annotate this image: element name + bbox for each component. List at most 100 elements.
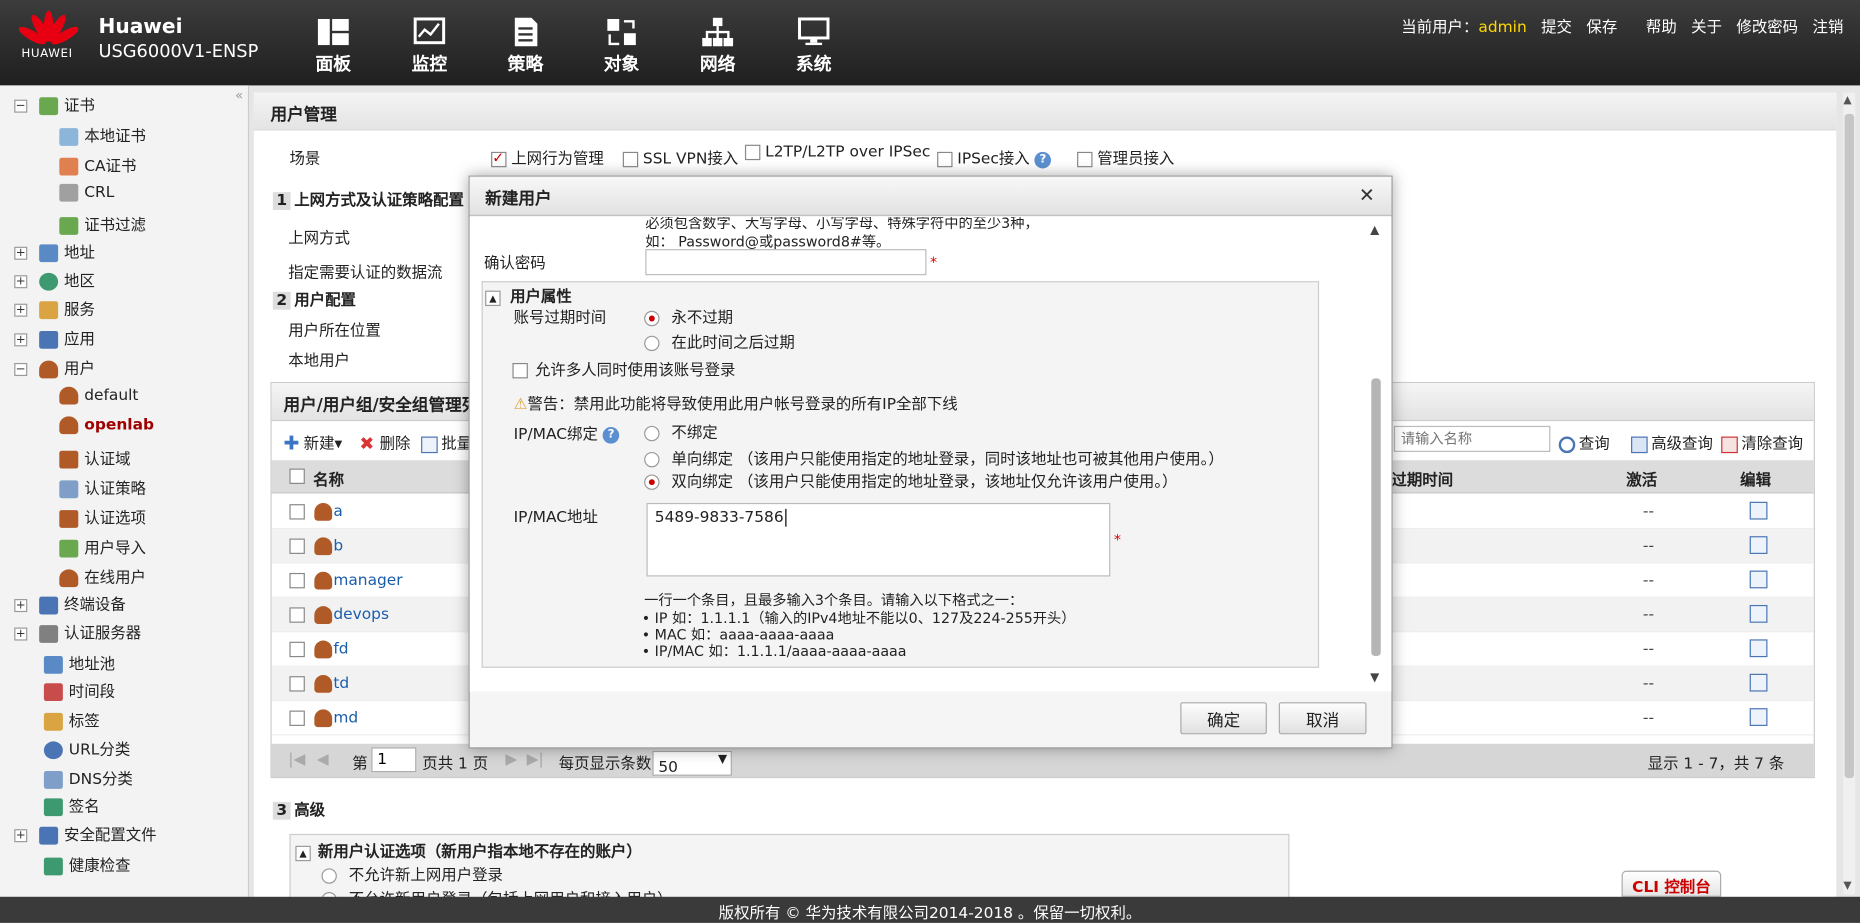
sidebar-item-service[interactable]: + 服务 <box>14 297 95 320</box>
scene-ipsec[interactable]: IPSec接入 ? <box>937 146 1052 168</box>
ip-mac-address-textarea[interactable]: 5489-9833-7586 <box>646 502 1111 577</box>
nav-network[interactable]: 网络 <box>682 17 753 76</box>
expire-after-option[interactable]: 在此时间之后过期 <box>644 330 795 352</box>
select-all-checkbox[interactable] <box>289 468 305 484</box>
radio-button[interactable] <box>644 425 660 442</box>
user-name-link[interactable]: fd <box>333 641 348 659</box>
scene-checkbox[interactable] <box>491 149 507 168</box>
scene-checkbox[interactable] <box>1077 151 1093 168</box>
cli-console-button[interactable]: CLI 控制台 <box>1621 870 1722 897</box>
prev-page-icon[interactable]: ◀ <box>317 751 329 769</box>
sidebar-item-terminal[interactable]: + 终端设备 <box>14 592 126 615</box>
sidebar-item-certificate[interactable]: − 证书 <box>14 93 95 116</box>
sidebar-item-cert-filter[interactable]: 证书过滤 <box>59 212 146 235</box>
sidebar-item-default[interactable]: default <box>59 386 138 405</box>
next-page-icon[interactable]: ▶ <box>505 751 517 769</box>
sidebar-item-tag[interactable]: 标签 <box>43 708 100 731</box>
per-page-select[interactable]: 50 ▼ <box>652 750 732 777</box>
delete-button[interactable]: ✖ 删除 <box>359 431 410 453</box>
user-name-link[interactable]: devops <box>333 606 389 624</box>
confirm-password-input[interactable] <box>645 249 927 276</box>
sidebar-item-application[interactable]: + 应用 <box>14 326 95 349</box>
first-page-icon[interactable]: |◀ <box>288 751 305 769</box>
user-name-link[interactable]: manager <box>333 572 402 590</box>
edit-icon[interactable] <box>1749 708 1768 726</box>
col-name[interactable]: 名称 <box>313 467 344 490</box>
sidebar-item-security-profile[interactable]: + 安全配置文件 <box>14 822 157 845</box>
row-checkbox[interactable] <box>289 676 305 692</box>
sidebar-item-local-cert[interactable]: 本地证书 <box>59 123 146 146</box>
edit-icon[interactable] <box>1749 570 1768 589</box>
scene-checkbox[interactable] <box>744 144 761 161</box>
page-input[interactable] <box>371 747 417 773</box>
new-button[interactable]: ✚ 新建▾ <box>284 431 343 453</box>
radio-button[interactable] <box>644 451 660 468</box>
multi-login-option[interactable]: 允许多人同时使用该账号登录 <box>512 357 735 380</box>
expander-icon[interactable]: + <box>14 829 28 843</box>
expander-icon[interactable]: + <box>14 275 28 289</box>
change-password-link[interactable]: 修改密码 <box>1736 19 1798 37</box>
scene-l2tp[interactable]: L2TP/L2TP over IPSec <box>744 144 930 161</box>
save-link[interactable]: 保存 <box>1586 19 1617 37</box>
sidebar-item-user-import[interactable]: 用户导入 <box>59 535 146 558</box>
logout-link[interactable]: 注销 <box>1813 19 1844 37</box>
page-scroll-thumb[interactable] <box>1844 113 1855 779</box>
scroll-down-icon[interactable]: ▼ <box>1843 880 1851 892</box>
scroll-up-icon[interactable]: ▲ <box>1370 224 1379 237</box>
scene-ssl-vpn[interactable]: SSL VPN接入 <box>622 146 738 168</box>
query-button[interactable]: 查询 <box>1558 431 1610 453</box>
user-name-link[interactable]: b <box>333 537 343 555</box>
user-attributes-title[interactable]: ▲ 用户属性 <box>485 284 572 307</box>
sidebar-item-auth-server[interactable]: + 认证服务器 <box>14 620 141 643</box>
row-checkbox[interactable] <box>289 710 305 726</box>
expander-icon[interactable]: + <box>14 627 28 641</box>
expander-icon[interactable]: − <box>14 99 28 113</box>
sidebar-item-dns-category[interactable]: DNS分类 <box>43 766 133 789</box>
help-icon[interactable]: ? <box>602 426 620 444</box>
row-checkbox[interactable] <box>289 607 305 623</box>
edit-icon[interactable] <box>1749 604 1768 623</box>
edit-icon[interactable] <box>1749 536 1768 554</box>
user-name-link[interactable]: td <box>333 675 349 693</box>
expander-icon[interactable]: + <box>14 246 28 260</box>
nav-object[interactable]: 对象 <box>586 17 657 76</box>
sidebar-item-address[interactable]: + 地址 <box>14 240 95 263</box>
collapse-icon[interactable]: ▲ <box>485 290 501 307</box>
sidebar-item-auth-policy[interactable]: 认证策略 <box>59 476 146 499</box>
dialog-scrollbar[interactable]: ▲ ▼ <box>1370 224 1382 685</box>
row-checkbox[interactable] <box>289 538 305 554</box>
user-name-link[interactable]: md <box>333 709 358 727</box>
scene-internet-behavior[interactable]: 上网行为管理 <box>491 146 604 168</box>
cancel-button[interactable]: 取消 <box>1278 702 1367 735</box>
about-link[interactable]: 关于 <box>1691 19 1722 37</box>
nav-monitor[interactable]: 监控 <box>394 17 465 76</box>
sidebar-item-signature[interactable]: 签名 <box>43 794 100 817</box>
scene-checkbox[interactable] <box>937 151 953 168</box>
row-checkbox[interactable] <box>289 504 305 520</box>
sidebar-item-url-category[interactable]: URL分类 <box>43 737 130 760</box>
expander-icon[interactable]: + <box>14 333 28 347</box>
expander-icon[interactable]: + <box>14 599 28 613</box>
sidebar-item-time-range[interactable]: 时间段 <box>43 679 115 702</box>
scroll-up-icon[interactable]: ▲ <box>1843 95 1851 107</box>
edit-icon[interactable] <box>1749 639 1768 658</box>
clear-query-button[interactable]: 清除查询 <box>1721 431 1803 453</box>
sidebar-item-online-users[interactable]: 在线用户 <box>59 565 146 588</box>
bind-none-option[interactable]: 不绑定 <box>644 420 718 442</box>
sidebar-item-crl[interactable]: CRL <box>59 183 114 202</box>
collapse-icon[interactable]: ▲ <box>295 845 311 862</box>
radio-button[interactable] <box>644 474 660 490</box>
collapse-sidebar-icon[interactable]: « <box>235 88 243 103</box>
expander-icon[interactable]: + <box>14 303 28 317</box>
radio-button[interactable] <box>644 335 660 352</box>
radio-button[interactable] <box>321 868 337 884</box>
new-user-auth-title[interactable]: ▲ 新用户认证选项（新用户指本地不存在的账户） <box>295 839 642 862</box>
sidebar-item-auth-domain[interactable]: 认证域 <box>59 446 131 469</box>
edit-icon[interactable] <box>1749 673 1768 692</box>
dialog-scroll-thumb[interactable] <box>1371 378 1381 656</box>
radio-button[interactable] <box>644 310 660 327</box>
scene-admin[interactable]: 管理员接入 <box>1077 146 1174 168</box>
row-checkbox[interactable] <box>289 641 305 658</box>
scroll-down-icon[interactable]: ▼ <box>1370 671 1379 684</box>
sidebar-item-user[interactable]: − 用户 <box>14 356 95 379</box>
